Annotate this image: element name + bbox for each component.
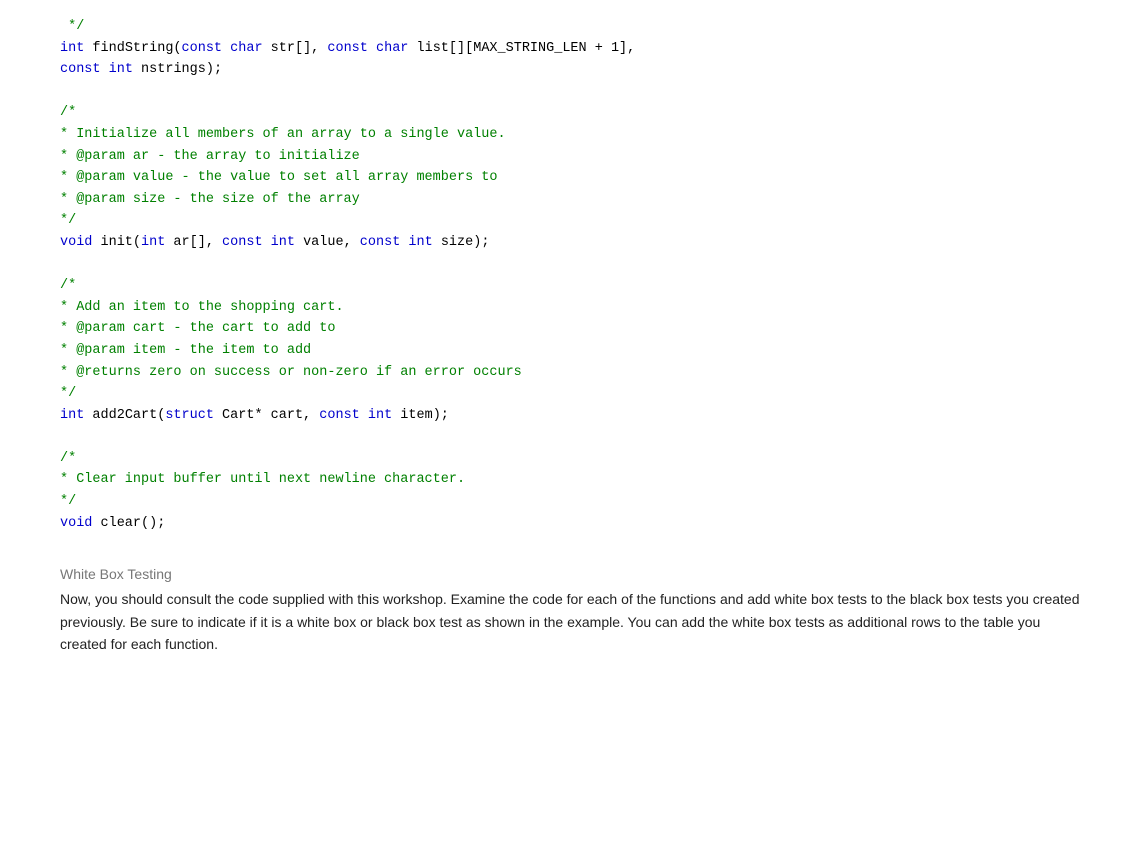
prose-heading: White Box Testing [60,566,1085,582]
code-line-comment-body-1c: * @param value - the value to set all ar… [60,167,1085,189]
code-line-comment-body-2a: * Add an item to the shopping cart. [60,297,1085,319]
code-line-close-comment-0: */ [60,16,1085,38]
code-line-comment-open-2: /* [60,275,1085,297]
code-line-comment-body-2b: * @param cart - the cart to add to [60,318,1085,340]
code-line-close-comment-2: */ [60,383,1085,405]
code-line-clearsig: void clear(); [60,513,1085,535]
code-line-initsig: void init(int ar[], const int value, con… [60,232,1085,254]
code-line-comment-body-1b: * @param ar - the array to initialize [60,146,1085,168]
prose-section: White Box Testing Now, you should consul… [60,566,1085,655]
code-container: */ int findString(const char str[], cons… [60,16,1085,534]
code-line-findsig-2: const int nstrings); [60,59,1085,81]
code-line-add2cartsig: int add2Cart(struct Cart* cart, const in… [60,405,1085,427]
prose-body: Now, you should consult the code supplie… [60,588,1085,655]
code-line-comment-open-3: /* [60,448,1085,470]
code-line-comment-body-1a: * Initialize all members of an array to … [60,124,1085,146]
code-line-blank-2 [60,254,1085,276]
code-line-findsig-1: int findString(const char str[], const c… [60,38,1085,60]
code-line-close-comment-3: */ [60,491,1085,513]
code-line-comment-body-2c: * @param item - the item to add [60,340,1085,362]
code-line-blank-1 [60,81,1085,103]
code-line-comment-body-2d: * @returns zero on success or non-zero i… [60,362,1085,384]
code-line-comment-body-3a: * Clear input buffer until next newline … [60,469,1085,491]
code-line-comment-open-1: /* [60,102,1085,124]
code-line-blank-3 [60,426,1085,448]
code-line-close-comment-1: */ [60,210,1085,232]
code-line-comment-body-1d: * @param size - the size of the array [60,189,1085,211]
